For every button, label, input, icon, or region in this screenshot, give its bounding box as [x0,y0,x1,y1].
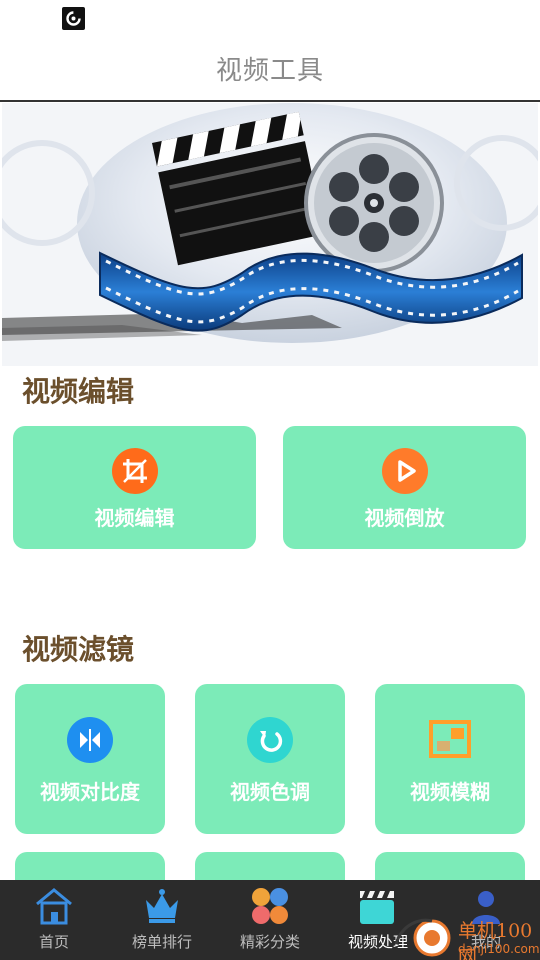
crown-icon [140,886,184,926]
video-blur-label: 视频模糊 [410,780,490,804]
section-title-filter: 视频滤镜 [22,633,135,666]
play-icon [381,448,428,494]
tab-home[interactable]: 首页 [0,880,108,960]
mirror-icon [67,717,113,763]
video-blur-card[interactable]: 视频模糊 [375,684,525,834]
tab-home-label: 首页 [38,933,69,951]
app-screen: 视频工具 视频编辑 视频编辑 视频倒放 视频滤镜 视频对比度 视频色调 视频模糊… [0,0,540,960]
crop-icon [111,448,158,494]
title-bar: 视频工具 [0,36,540,102]
tab-ranking[interactable]: 榜单排行 [108,880,216,960]
page-title: 视频工具 [215,56,324,86]
video-tone-label: 视频色调 [230,780,310,804]
watermark-url: danji100.com [458,942,540,956]
status-bar [0,0,540,36]
video-edit-label: 视频编辑 [94,506,175,530]
video-reverse-card[interactable]: 视频倒放 [283,426,526,549]
tab-category[interactable]: 精彩分类 [216,880,324,960]
category-icon [248,886,292,926]
rotate-icon [247,717,293,763]
video-contrast-label: 视频对比度 [40,780,140,804]
watermark-logo-icon [394,918,451,957]
tab-category-label: 精彩分类 [239,933,300,951]
section-title-edit: 视频编辑 [22,375,135,408]
video-contrast-card[interactable]: 视频对比度 [15,684,165,834]
banner-image [2,103,538,366]
video-tone-card[interactable]: 视频色调 [195,684,345,834]
app-notification-icon [62,7,85,30]
site-watermark: 单机100网 danji100.com [392,914,540,960]
tab-ranking-label: 榜单排行 [131,933,192,951]
home-icon [32,886,76,926]
video-reverse-label: 视频倒放 [364,506,445,530]
picture-in-picture-icon [427,717,473,763]
video-edit-card[interactable]: 视频编辑 [13,426,256,549]
